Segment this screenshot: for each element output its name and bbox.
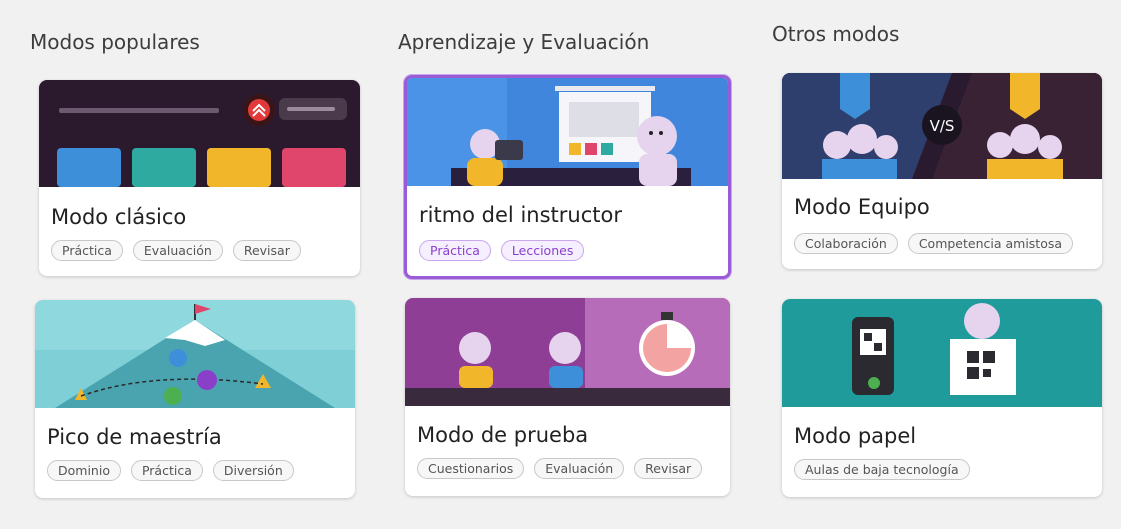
paper-banner (782, 299, 1102, 407)
tag: Revisar (232, 240, 301, 261)
card-title: Modo Equipo (794, 195, 930, 219)
column-title-other: Otros modos (772, 22, 900, 46)
tag-list: Dominio Práctica Diversión (47, 460, 294, 481)
tag-list: Práctica Lecciones (419, 240, 585, 261)
column-title-learning: Aprendizaje y Evaluación (398, 30, 650, 54)
tag: Colaboración (794, 233, 898, 254)
tag-list: Colaboración Competencia amistosa (794, 233, 1074, 254)
instructor-banner (407, 78, 728, 186)
tag: Diversión (212, 460, 294, 481)
tag: Práctica (130, 460, 203, 481)
tag: Cuestionarios (417, 458, 525, 479)
tag: Lecciones (500, 240, 585, 261)
tag-list: Cuestionarios Evaluación Revisar (417, 458, 703, 479)
tag: Revisar (634, 458, 703, 479)
column-title-popular: Modos populares (30, 30, 200, 54)
tag-list: Aulas de baja tecnología (794, 459, 970, 480)
tag: Evaluación (132, 240, 223, 261)
mode-card-team[interactable]: V/S Modo Equipo Colaboración Competencia… (782, 73, 1102, 269)
team-banner: V/S (782, 73, 1102, 179)
tag: Competencia amistosa (907, 233, 1074, 254)
tag: Dominio (47, 460, 121, 481)
test-banner (405, 298, 730, 406)
tag-list: Práctica Evaluación Revisar (51, 240, 301, 261)
card-title: Modo papel (794, 424, 917, 448)
classic-banner (39, 80, 360, 187)
vs-label: V/S (930, 117, 955, 135)
card-title: ritmo del instructor (419, 203, 622, 227)
card-title: Pico de maestría (47, 425, 222, 449)
tag: Práctica (419, 240, 491, 261)
mode-card-test[interactable]: Modo de prueba Cuestionarios Evaluación … (405, 298, 730, 496)
mode-card-instructor[interactable]: ritmo del instructor Práctica Lecciones (404, 75, 731, 279)
card-title: Modo clásico (51, 205, 187, 229)
mode-card-mastery[interactable]: Pico de maestría Dominio Práctica Divers… (35, 300, 355, 498)
card-title: Modo de prueba (417, 423, 589, 447)
tag: Evaluación (534, 458, 625, 479)
tag: Aulas de baja tecnología (794, 459, 970, 480)
tag: Práctica (51, 240, 123, 261)
mastery-banner (35, 300, 355, 408)
mode-card-paper[interactable]: Modo papel Aulas de baja tecnología (782, 299, 1102, 497)
mode-card-classic[interactable]: Modo clásico Práctica Evaluación Revisar (39, 80, 360, 276)
